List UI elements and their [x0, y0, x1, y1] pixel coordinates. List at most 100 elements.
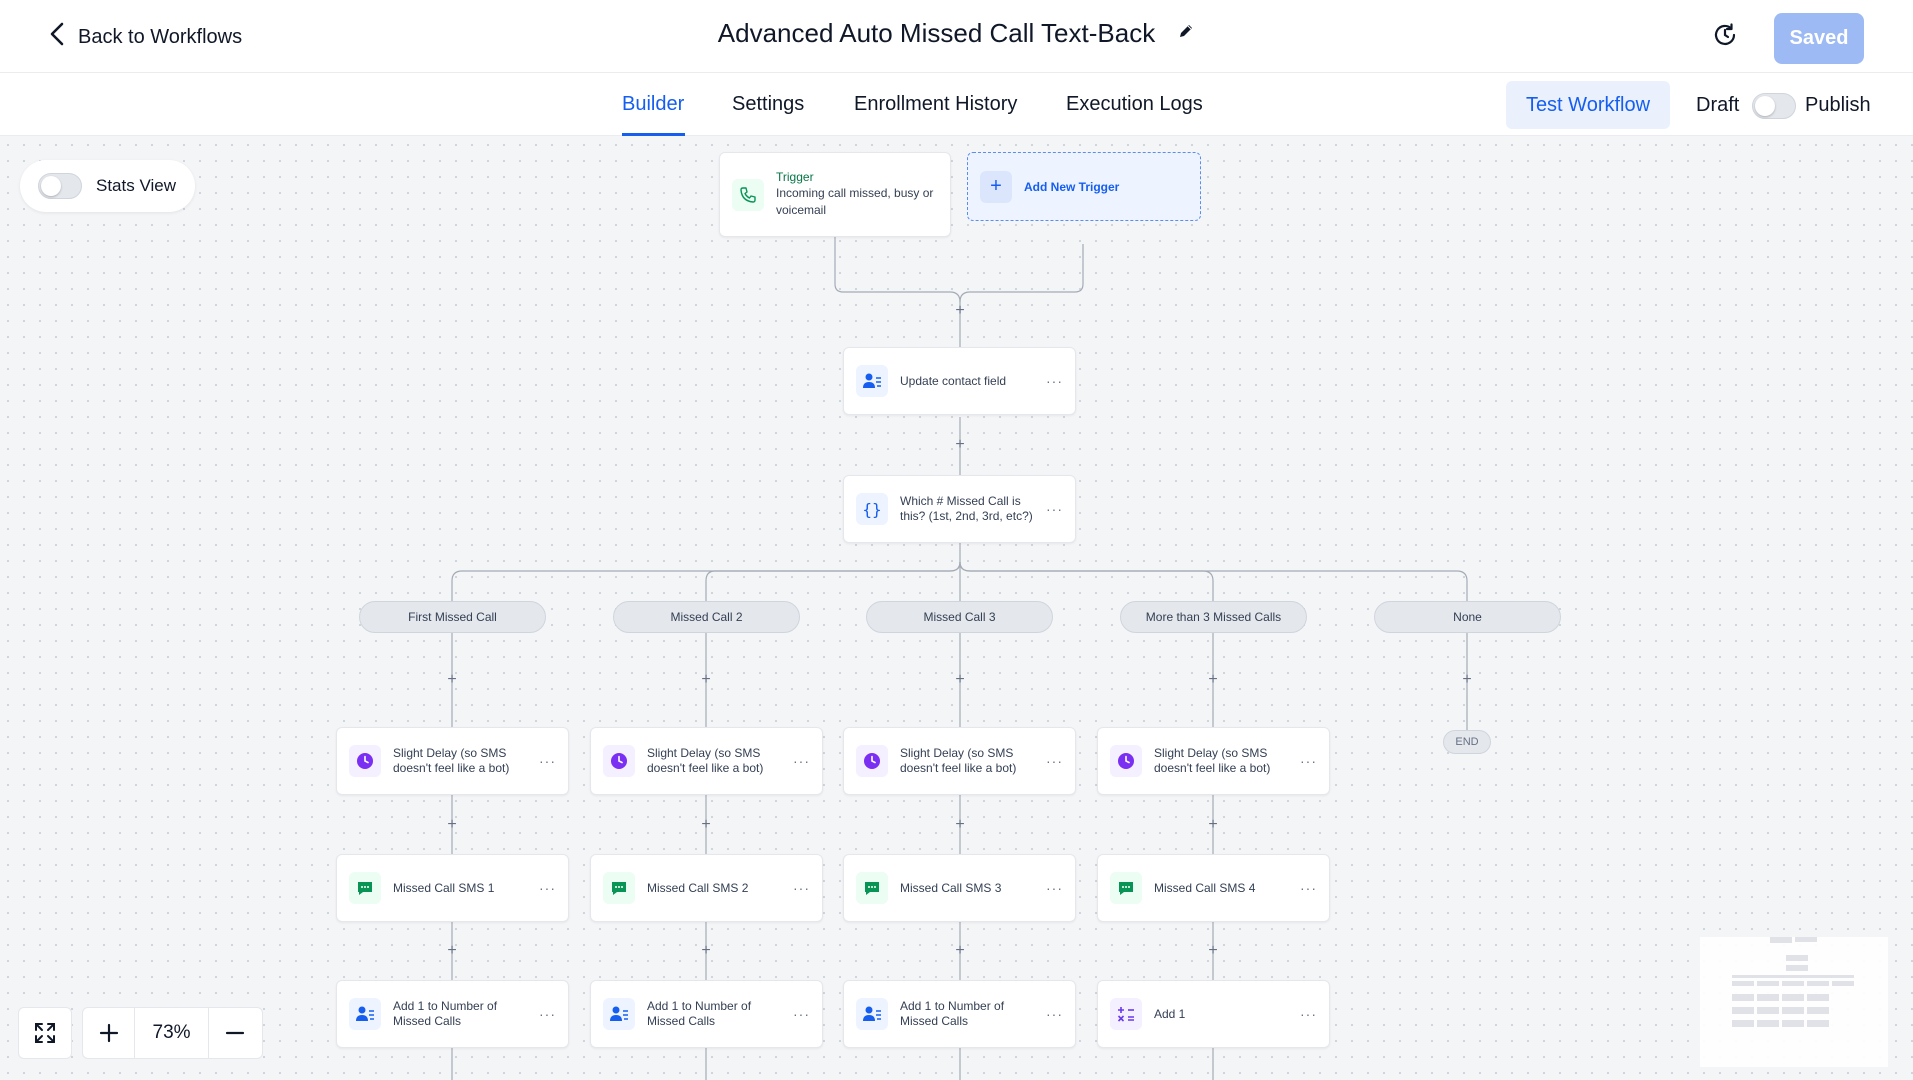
add-step-plus[interactable]: + [698, 817, 714, 833]
more-options-icon[interactable]: ··· [1046, 501, 1063, 517]
sms-node[interactable]: Missed Call SMS 1 ··· [336, 854, 569, 922]
phone-icon [732, 178, 764, 211]
saved-button[interactable]: Saved [1774, 13, 1864, 64]
sms-node[interactable]: Missed Call SMS 4 ··· [1097, 854, 1330, 922]
top-bar: Back to Workflows Advanced Auto Missed C… [0, 0, 1913, 73]
delay-node-label: Slight Delay (so SMS doesn't feel like a… [647, 746, 764, 775]
add-new-trigger-button[interactable]: + Add New Trigger [967, 152, 1201, 221]
tab-enrollment-history[interactable]: Enrollment History [854, 93, 1017, 116]
math-operation-node[interactable]: Add 1 ··· [1097, 980, 1330, 1048]
more-options-icon[interactable]: ··· [1300, 753, 1317, 769]
plus-icon: + [980, 170, 1012, 203]
zoom-out-button[interactable] [209, 1008, 262, 1058]
clock-icon [856, 745, 888, 777]
condition-node-label: Which # Missed Call is this? (1st, 2nd, … [900, 494, 1033, 523]
add-step-plus[interactable]: + [952, 437, 968, 453]
fullscreen-icon[interactable] [19, 1008, 71, 1058]
publish-label: Publish [1805, 94, 1871, 116]
sms-node[interactable]: Missed Call SMS 3 ··· [843, 854, 1076, 922]
contact-update-icon [603, 998, 635, 1030]
branch-more-than-3[interactable]: More than 3 Missed Calls [1120, 601, 1307, 633]
more-options-icon[interactable]: ··· [1300, 880, 1317, 896]
update-contact-node-label: Add 1 to Number of Missed Calls [393, 999, 498, 1028]
add-step-plus[interactable]: + [444, 672, 460, 688]
add-step-plus[interactable]: + [952, 943, 968, 959]
branch-missed-call-3[interactable]: Missed Call 3 [866, 601, 1053, 633]
update-contact-field-node[interactable]: Update contact field ··· [843, 347, 1076, 415]
more-options-icon[interactable]: ··· [539, 1006, 556, 1022]
toggle-knob [1755, 96, 1775, 116]
more-options-icon[interactable]: ··· [539, 880, 556, 896]
sms-node-label: Missed Call SMS 3 [900, 880, 1002, 895]
delay-node-label: Slight Delay (so SMS doesn't feel like a… [900, 746, 1017, 775]
condition-node[interactable]: {} Which # Missed Call is this? (1st, 2n… [843, 475, 1076, 543]
test-workflow-button[interactable]: Test Workflow [1506, 81, 1670, 129]
clock-icon [349, 745, 381, 777]
update-contact-node-label: Add 1 to Number of Missed Calls [647, 999, 752, 1028]
pencil-icon[interactable] [1177, 22, 1195, 45]
version-history-icon[interactable] [1710, 20, 1740, 50]
delay-node[interactable]: Slight Delay (so SMS doesn't feel like a… [336, 727, 569, 795]
contact-update-icon [856, 998, 888, 1030]
workflow-canvas[interactable]: Stats View Trigger Incoming call missed,… [0, 137, 1913, 1080]
more-options-icon[interactable]: ··· [793, 1006, 810, 1022]
more-options-icon[interactable]: ··· [1300, 1006, 1317, 1022]
more-options-icon[interactable]: ··· [1046, 373, 1063, 389]
zoom-controls: 73% [82, 1007, 263, 1059]
delay-node-label: Slight Delay (so SMS doesn't feel like a… [393, 746, 510, 775]
add-step-plus[interactable]: + [1205, 672, 1221, 688]
trigger-description: Incoming call missed, busy or voicemail [776, 186, 934, 217]
add-step-plus[interactable]: + [698, 943, 714, 959]
add-step-plus[interactable]: + [1205, 943, 1221, 959]
message-icon [856, 872, 888, 904]
minimap[interactable] [1700, 937, 1888, 1067]
sms-node[interactable]: Missed Call SMS 2 ··· [590, 854, 823, 922]
more-options-icon[interactable]: ··· [1046, 753, 1063, 769]
sms-node-label: Missed Call SMS 1 [393, 880, 495, 895]
update-contact-node[interactable]: Add 1 to Number of Missed Calls ··· [843, 980, 1076, 1048]
active-tab-indicator [622, 133, 685, 136]
message-icon [1110, 872, 1142, 904]
branch-first-missed-call[interactable]: First Missed Call [359, 601, 546, 633]
more-options-icon[interactable]: ··· [539, 753, 556, 769]
branch-missed-call-2[interactable]: Missed Call 2 [613, 601, 800, 633]
tab-builder[interactable]: Builder [622, 93, 684, 116]
add-step-plus[interactable]: + [952, 672, 968, 688]
sms-node-label: Missed Call SMS 2 [647, 880, 749, 895]
more-options-icon[interactable]: ··· [1046, 1006, 1063, 1022]
publish-toggle[interactable] [1752, 93, 1796, 119]
contact-update-icon [856, 365, 888, 397]
add-step-plus[interactable]: + [444, 817, 460, 833]
more-options-icon[interactable]: ··· [793, 880, 810, 896]
clock-icon [1110, 745, 1142, 777]
tab-execution-logs[interactable]: Execution Logs [1066, 93, 1203, 116]
tab-bar: Builder Settings Enrollment History Exec… [0, 73, 1913, 136]
trigger-node[interactable]: Trigger Incoming call missed, busy or vo… [719, 152, 951, 237]
more-options-icon[interactable]: ··· [1046, 880, 1063, 896]
add-step-plus[interactable]: + [444, 943, 460, 959]
update-contact-node[interactable]: Add 1 to Number of Missed Calls ··· [336, 980, 569, 1048]
tab-settings[interactable]: Settings [732, 93, 804, 116]
update-contact-node[interactable]: Add 1 to Number of Missed Calls ··· [590, 980, 823, 1048]
code-braces-icon: {} [856, 493, 888, 525]
branch-none[interactable]: None [1374, 601, 1561, 633]
math-operation-icon [1110, 998, 1142, 1030]
draft-label: Draft [1696, 94, 1740, 116]
fit-view-control[interactable] [18, 1007, 72, 1059]
message-icon [603, 872, 635, 904]
minus-icon [226, 1031, 245, 1035]
delay-node[interactable]: Slight Delay (so SMS doesn't feel like a… [843, 727, 1076, 795]
add-step-plus[interactable]: + [952, 303, 968, 319]
zoom-in-button[interactable] [83, 1008, 136, 1058]
trigger-label: Trigger [776, 170, 814, 184]
delay-node[interactable]: Slight Delay (so SMS doesn't feel like a… [590, 727, 823, 795]
add-step-plus[interactable]: + [952, 817, 968, 833]
more-options-icon[interactable]: ··· [793, 753, 810, 769]
plus-icon [99, 1023, 118, 1043]
delay-node[interactable]: Slight Delay (so SMS doesn't feel like a… [1097, 727, 1330, 795]
end-marker: END [1443, 730, 1491, 754]
add-step-plus[interactable]: + [1205, 817, 1221, 833]
message-icon [349, 872, 381, 904]
add-step-plus[interactable]: + [1459, 672, 1475, 688]
add-step-plus[interactable]: + [698, 672, 714, 688]
